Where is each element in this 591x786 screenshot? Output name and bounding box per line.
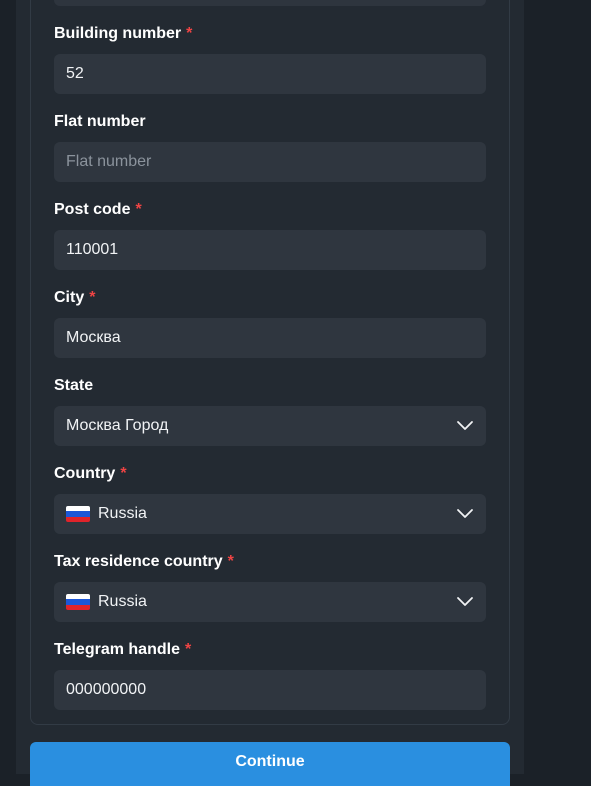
continue-button[interactable]: Continue	[30, 742, 510, 786]
flat-number-label: Flat number	[54, 113, 146, 130]
russia-flag-icon	[66, 506, 90, 522]
tax-residence-country-select[interactable]: Russia	[54, 582, 486, 622]
required-mark: *	[89, 289, 96, 306]
tax-residence-country-label: Tax residence country *	[54, 553, 234, 570]
required-mark: *	[120, 465, 127, 482]
telegram-handle-input[interactable]: 000000000	[54, 670, 486, 710]
state-label: State	[54, 377, 94, 394]
building-number-input[interactable]: 52	[54, 54, 486, 94]
chevron-down-icon	[457, 421, 473, 430]
telegram-handle-label: Telegram handle *	[54, 641, 192, 658]
required-mark: *	[227, 553, 234, 570]
post-code-input[interactable]: 110001	[54, 230, 486, 270]
country-label: Country *	[54, 465, 127, 482]
russia-flag-icon	[66, 594, 90, 610]
page-background-left	[0, 0, 16, 774]
required-mark: *	[135, 201, 142, 218]
required-mark: *	[186, 25, 193, 42]
required-mark: *	[184, 641, 192, 658]
chevron-down-icon	[457, 597, 473, 606]
city-input[interactable]: Москва	[54, 318, 486, 358]
chevron-down-icon	[457, 509, 473, 518]
state-select[interactable]: Москва Город	[54, 406, 486, 446]
city-label: City *	[54, 289, 96, 306]
flat-number-input[interactable]: Flat number	[54, 142, 486, 182]
country-select[interactable]: Russia	[54, 494, 486, 534]
previous-field-input[interactable]	[54, 0, 486, 6]
page-background-right	[524, 0, 591, 774]
post-code-label: Post code *	[54, 201, 142, 218]
building-number-label: Building number *	[54, 25, 193, 42]
